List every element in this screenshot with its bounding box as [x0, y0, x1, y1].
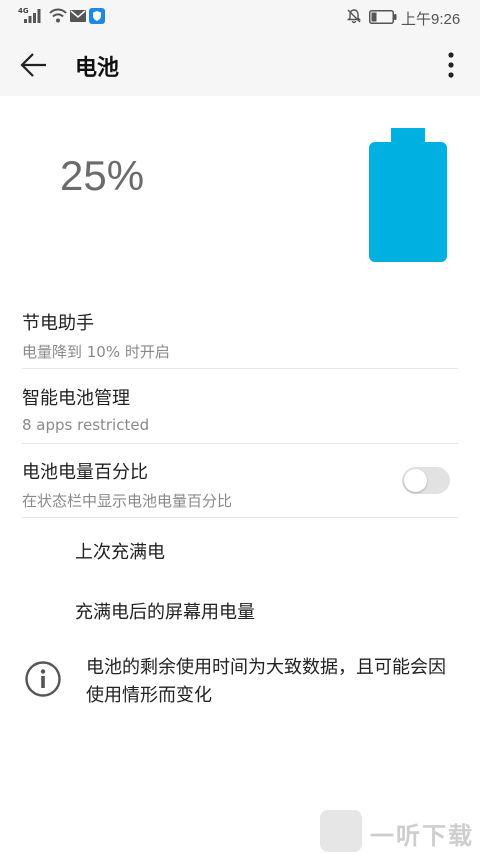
power-saving-subtitle: 电量降到 10% 时开启 — [22, 343, 170, 361]
divider — [22, 368, 458, 369]
shield-icon — [89, 8, 105, 24]
mail-icon — [70, 10, 86, 22]
watermark: 一听下载 — [318, 808, 478, 853]
power-saving-item[interactable]: 节电助手 电量降到 10% 时开启 — [22, 309, 458, 362]
battery-body — [369, 142, 447, 262]
battery-percentage-item[interactable]: 电池电量百分比 在状态栏中显示电池电量百分比 — [22, 458, 392, 511]
smart-battery-management-item[interactable]: 智能电池管理 8 apps restricted — [22, 384, 458, 434]
divider — [22, 443, 458, 444]
more-vertical-icon — [448, 52, 454, 78]
divider — [22, 517, 458, 518]
more-options-button[interactable] — [440, 48, 462, 82]
battery-level-icon — [369, 128, 447, 262]
status-bar: 4G 上午9:26 — [0, 0, 480, 34]
battery-percentage-subtitle: 在状态栏中显示电池电量百分比 — [22, 492, 233, 510]
bell-off-icon — [346, 9, 362, 24]
signal-icon — [24, 9, 41, 23]
info-text: 电池的剩余使用时间为大致数据，且可能会因使用情形而变化 — [86, 657, 446, 706]
watermark-logo-icon — [320, 810, 362, 852]
page-title: 电池 — [75, 56, 120, 81]
back-button[interactable] — [16, 50, 50, 80]
battery-percentage-toggle[interactable] — [402, 467, 450, 494]
battery-icon — [369, 10, 397, 24]
arrow-left-icon — [20, 53, 46, 77]
wifi-icon — [49, 8, 67, 23]
battery-percentage-title: 电池电量百分比 — [22, 462, 148, 483]
smart-battery-management-subtitle: 8 apps restricted — [22, 416, 150, 434]
info-icon — [25, 661, 61, 697]
last-full-charge-item[interactable]: 上次充满电 — [75, 538, 165, 564]
power-saving-title: 节电助手 — [22, 313, 94, 334]
screen-usage-item[interactable]: 充满电后的屏幕用电量 — [75, 598, 255, 624]
battery-percent: 25% — [60, 152, 145, 199]
app-bar: 电池 — [0, 34, 480, 96]
toggle-knob — [404, 469, 427, 492]
watermark-text: 一听下载 — [370, 822, 474, 850]
smart-battery-management-title: 智能电池管理 — [22, 388, 130, 409]
battery-terminal — [391, 128, 425, 144]
status-time: 上午9:26 — [401, 11, 461, 28]
